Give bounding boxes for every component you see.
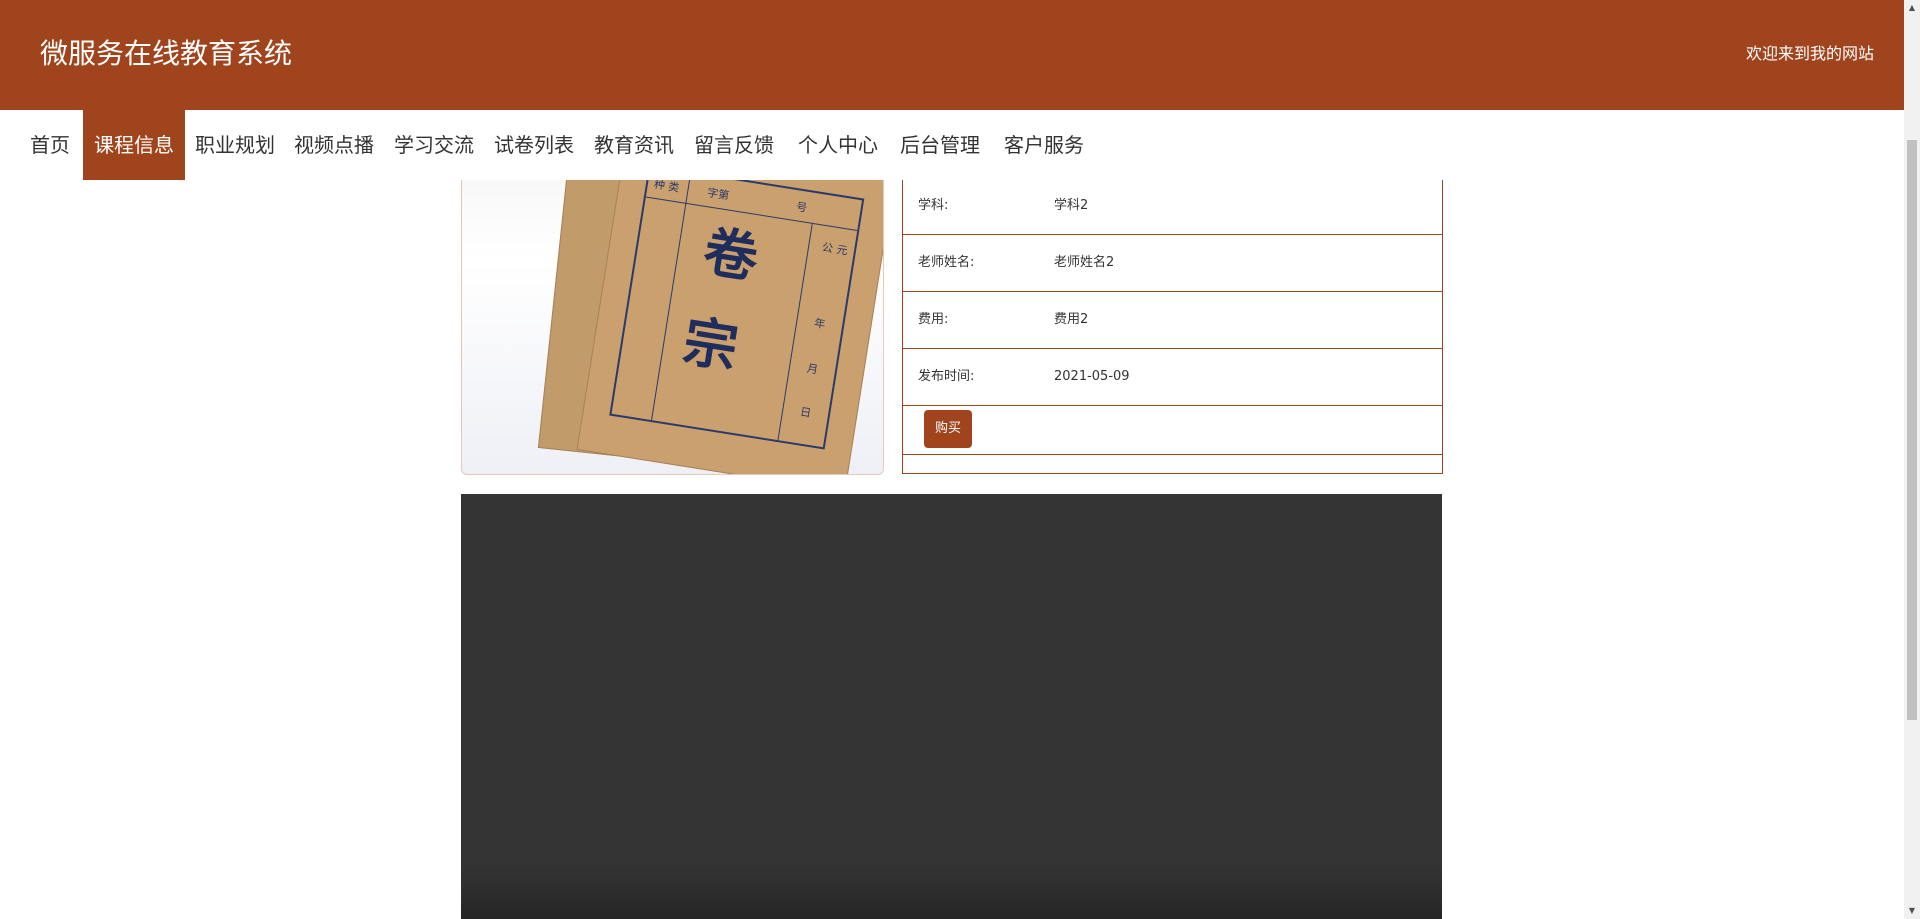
nav-item-personal-center[interactable]: 个人中心 [790, 110, 886, 180]
folder-frame-line [651, 173, 692, 421]
nav-item-career-planning[interactable]: 职业规划 [188, 110, 282, 180]
main-nav: 首页 课程信息 职业规划 视频点播 学习交流 试卷列表 教育资讯 留言反馈 个人… [0, 110, 1904, 180]
info-row-fee: 费用: 费用2 [903, 292, 1442, 349]
info-label: 学科: [918, 198, 949, 213]
folder-char-juan: 卷 [699, 218, 763, 291]
folder-char-zong: 宗 [678, 308, 743, 381]
folder-frame: 种 类 字第 号 卷 宗 公 元 年 月 日 [609, 164, 865, 450]
nav-item-customer-service[interactable]: 客户服务 [996, 110, 1092, 180]
nav-item-course-info[interactable]: 课程信息 [83, 110, 185, 180]
nav-item-education-news[interactable]: 教育资讯 [586, 110, 682, 180]
folder-field-hao: 号 [795, 200, 809, 215]
folder-field-year: 年 [813, 316, 827, 332]
divider [903, 454, 1442, 455]
info-label: 老师姓名: [918, 255, 975, 270]
nav-item-video-on-demand[interactable]: 视频点播 [286, 110, 382, 180]
info-value: 2021-05-09 [1054, 369, 1130, 384]
info-label: 发布时间: [918, 369, 975, 384]
folder-field-era: 公 元 [821, 240, 849, 258]
folder-field-day: 日 [799, 405, 813, 420]
nav-item-home[interactable]: 首页 [20, 110, 80, 180]
info-row-publish-time: 发布时间: 2021-05-09 [903, 349, 1442, 406]
info-row-teacher: 老师姓名: 老师姓名2 [903, 235, 1442, 292]
info-row-subject: 学科: 学科2 [903, 178, 1442, 235]
nav-item-exam-list[interactable]: 试卷列表 [486, 110, 582, 180]
welcome-text: 欢迎来到我的网站 [1745, 44, 1874, 63]
folder-field-no: 字第 [706, 186, 731, 203]
site-header: 微服务在线教育系统 欢迎来到我的网站 [0, 0, 1904, 110]
page-scrollbar[interactable]: ▲ ▼ [1904, 0, 1920, 919]
info-label: 费用: [918, 312, 949, 327]
buy-button[interactable]: 购买 [924, 410, 972, 448]
info-value: 学科2 [1054, 198, 1089, 213]
info-value: 老师姓名2 [1054, 255, 1115, 270]
scroll-thumb[interactable] [1907, 140, 1917, 720]
scroll-down-icon[interactable]: ▼ [1904, 903, 1920, 919]
video-player[interactable] [461, 494, 1442, 919]
folder-front-image: 种 类 字第 号 卷 宗 公 元 年 月 日 [576, 131, 883, 474]
nav-item-admin[interactable]: 后台管理 [892, 110, 988, 180]
scroll-up-icon[interactable]: ▲ [1904, 0, 1920, 16]
nav-item-study-exchange[interactable]: 学习交流 [386, 110, 482, 180]
folder-field-month: 月 [806, 361, 819, 377]
nav-item-feedback[interactable]: 留言反馈 [686, 110, 782, 180]
info-value: 费用2 [1054, 312, 1089, 327]
site-title[interactable]: 微服务在线教育系统 [40, 36, 292, 72]
